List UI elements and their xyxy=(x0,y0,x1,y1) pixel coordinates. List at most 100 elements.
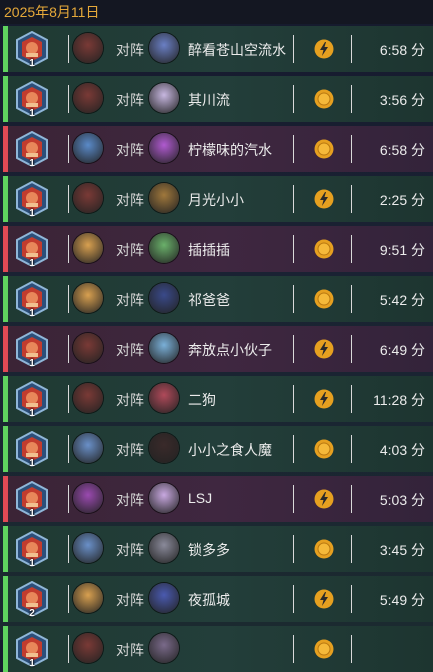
opponent-hero-avatar xyxy=(149,533,179,563)
my-hero-avatar xyxy=(73,583,103,613)
rank-number: 1 xyxy=(29,408,35,419)
divider xyxy=(293,385,294,413)
opponent-name: 小小之食人魔 xyxy=(188,442,272,458)
divider xyxy=(68,385,69,413)
my-hero-avatar xyxy=(73,83,103,113)
divider xyxy=(68,285,69,313)
match-row[interactable]: 1 对阵 其川流 3:56 分 xyxy=(3,76,433,122)
divider xyxy=(68,535,69,563)
match-row[interactable]: 1 对阵 醉看苍山空流水 6:58 分 xyxy=(3,26,433,72)
match-duration: 9:51 分 xyxy=(379,242,425,258)
divider xyxy=(293,285,294,313)
divider xyxy=(68,485,69,513)
match-row[interactable]: 1 对阵 二狗 11:28 分 xyxy=(3,376,433,422)
match-duration: 6:58 分 xyxy=(379,42,425,58)
opponent-name: 夜孤城 xyxy=(188,592,230,608)
opponent-hero-avatar xyxy=(149,633,179,663)
opponent-hero-avatar xyxy=(149,333,179,363)
divider xyxy=(293,585,294,613)
my-hero-avatar xyxy=(73,533,103,563)
vs-label: 对阵 xyxy=(116,442,144,458)
rank-badge-icon: 1 xyxy=(15,631,49,669)
divider xyxy=(68,85,69,113)
opponent-hero-avatar xyxy=(149,183,179,213)
divider xyxy=(68,435,69,463)
divider xyxy=(68,635,69,663)
vs-label: 对阵 xyxy=(116,492,144,508)
divider xyxy=(351,585,352,613)
coin-icon xyxy=(314,289,334,309)
opponent-hero-avatar xyxy=(149,233,179,263)
opponent-hero-avatar xyxy=(149,283,179,313)
match-row[interactable]: 1 对阵 月光小小 2:25 分 xyxy=(3,176,433,222)
match-duration: 3:56 分 xyxy=(379,92,425,108)
rank-badge-icon: 1 xyxy=(15,131,49,169)
my-hero-avatar xyxy=(73,633,103,663)
opponent-name: 祁爸爸 xyxy=(188,292,230,308)
lightning-icon xyxy=(314,589,334,609)
rank-number: 1 xyxy=(29,358,35,369)
my-hero-avatar xyxy=(73,383,103,413)
match-duration: 5:42 分 xyxy=(379,292,425,308)
divider xyxy=(351,485,352,513)
opponent-name: 醉看苍山空流水 xyxy=(188,42,286,58)
match-duration: 2:25 分 xyxy=(379,192,425,208)
divider xyxy=(293,485,294,513)
match-row[interactable]: 2 对阵 夜孤城 5:49 分 xyxy=(3,576,433,622)
divider xyxy=(351,285,352,313)
opponent-name: 柠檬味的汽水 xyxy=(188,142,272,158)
match-row[interactable]: 1 对阵 小小之食人魔 4:03 分 xyxy=(3,426,433,472)
opponent-hero-avatar xyxy=(149,433,179,463)
rank-number: 1 xyxy=(29,58,35,69)
rank-badge-icon: 1 xyxy=(15,231,49,269)
opponent-hero-avatar xyxy=(149,583,179,613)
divider xyxy=(351,85,352,113)
rank-badge-icon: 1 xyxy=(15,31,49,69)
opponent-hero-avatar xyxy=(149,83,179,113)
rank-badge-icon: 1 xyxy=(15,181,49,219)
my-hero-avatar xyxy=(73,283,103,313)
my-hero-avatar xyxy=(73,133,103,163)
vs-label: 对阵 xyxy=(116,592,144,608)
divider xyxy=(293,535,294,563)
rank-badge-icon: 1 xyxy=(15,531,49,569)
lightning-icon xyxy=(314,339,334,359)
my-hero-avatar xyxy=(73,483,103,513)
match-row[interactable]: 1 对阵 奔放点小伙子 6:49 分 xyxy=(3,326,433,372)
divider xyxy=(351,35,352,63)
lightning-icon xyxy=(314,489,334,509)
opponent-name: 奔放点小伙子 xyxy=(188,342,272,358)
match-row[interactable]: 1 对阵 柠檬味的汽水 6:58 分 xyxy=(3,126,433,172)
divider xyxy=(293,185,294,213)
rank-badge-icon: 1 xyxy=(15,331,49,369)
rank-badge-icon: 1 xyxy=(15,431,49,469)
divider xyxy=(351,435,352,463)
match-row[interactable]: 1 对阵 插插插 9:51 分 xyxy=(3,226,433,272)
divider xyxy=(351,635,352,663)
match-row[interactable]: 1 对阵 祁爸爸 5:42 分 xyxy=(3,276,433,322)
vs-label: 对阵 xyxy=(116,292,144,308)
divider xyxy=(293,435,294,463)
opponent-name: 锁多多 xyxy=(188,542,230,558)
opponent-name: 月光小小 xyxy=(188,192,244,208)
match-duration: 5:03 分 xyxy=(379,492,425,508)
my-hero-avatar xyxy=(73,33,103,63)
match-row[interactable]: 1 对阵 锁多多 3:45 分 xyxy=(3,526,433,572)
divider xyxy=(293,135,294,163)
rank-badge-icon: 2 xyxy=(15,581,49,619)
opponent-hero-avatar xyxy=(149,133,179,163)
vs-label: 对阵 xyxy=(116,392,144,408)
match-row[interactable]: 1 对阵 xyxy=(3,626,433,672)
match-row[interactable]: 1 对阵 LSJ 5:03 分 xyxy=(3,476,433,522)
coin-icon xyxy=(314,639,334,659)
vs-label: 对阵 xyxy=(116,42,144,58)
my-hero-avatar xyxy=(73,233,103,263)
vs-label: 对阵 xyxy=(116,242,144,258)
divider xyxy=(351,385,352,413)
coin-icon xyxy=(314,89,334,109)
rank-number: 1 xyxy=(29,308,35,319)
opponent-name: LSJ xyxy=(188,490,213,506)
rank-number: 1 xyxy=(29,108,35,119)
divider xyxy=(293,235,294,263)
rank-number: 1 xyxy=(29,558,35,569)
